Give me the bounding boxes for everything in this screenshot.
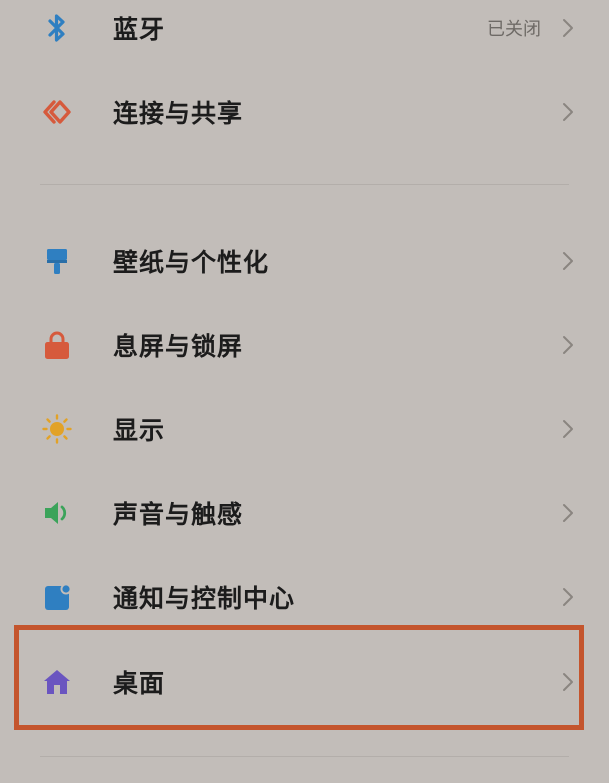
connection-share-icon [40, 95, 74, 129]
bluetooth-status: 已关闭 [487, 19, 541, 40]
settings-item-notifications[interactable]: 通知与控制中心 [0, 555, 609, 639]
sun-icon [40, 412, 74, 446]
settings-item-label: 壁纸与个性化 [113, 248, 270, 277]
settings-item-lockscreen[interactable]: 息屏与锁屏 [0, 303, 609, 387]
settings-item-bluetooth[interactable]: 蓝牙 已关闭 [0, 0, 609, 70]
settings-item-home[interactable]: 桌面 [0, 640, 609, 724]
settings-item-label: 息屏与锁屏 [113, 332, 244, 361]
settings-item-display[interactable]: 显示 [0, 387, 609, 471]
settings-item-connection-share[interactable]: 连接与共享 [0, 70, 609, 154]
settings-item-sound[interactable]: 声音与触感 [0, 471, 609, 555]
chevron-right-icon [563, 19, 573, 37]
settings-item-label: 蓝牙 [113, 15, 166, 44]
settings-item-wallpaper[interactable]: 壁纸与个性化 [0, 219, 609, 303]
settings-item-label: 连接与共享 [113, 99, 244, 128]
home-icon [40, 665, 74, 699]
paint-brush-icon [40, 244, 74, 278]
chevron-right-icon [563, 252, 573, 270]
chevron-right-icon [563, 420, 573, 438]
lock-icon [40, 328, 74, 362]
settings-item-label: 桌面 [113, 669, 166, 698]
chevron-right-icon [563, 673, 573, 691]
settings-item-label: 声音与触感 [113, 500, 244, 529]
notification-icon [40, 580, 74, 614]
chevron-right-icon [563, 588, 573, 606]
chevron-right-icon [563, 336, 573, 354]
section-divider [40, 184, 569, 185]
settings-item-label: 显示 [113, 416, 166, 445]
settings-item-label: 通知与控制中心 [113, 584, 296, 613]
section-divider [40, 756, 569, 757]
chevron-right-icon [563, 504, 573, 522]
speaker-icon [40, 496, 74, 530]
chevron-right-icon [563, 103, 573, 121]
bluetooth-icon [40, 11, 74, 45]
